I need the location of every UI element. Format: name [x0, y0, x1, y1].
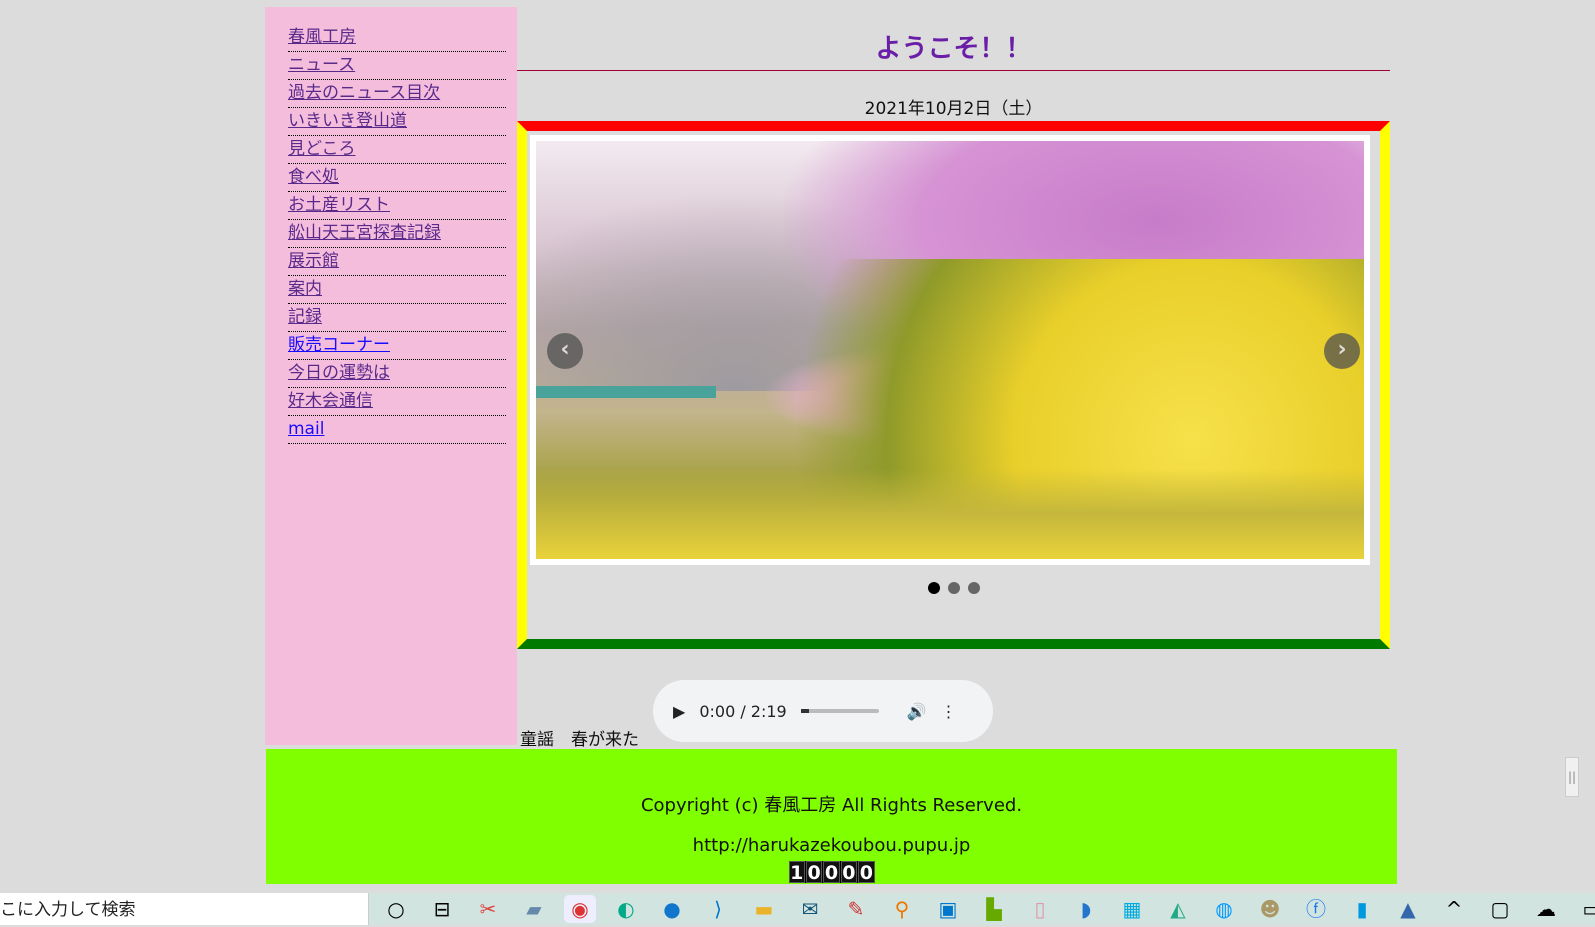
messenger-icon[interactable]: ◍ — [1208, 895, 1240, 923]
sidebar-link[interactable]: 好木会通信 — [288, 391, 373, 411]
audio-time: 0:00 / 2:19 — [699, 701, 787, 721]
photos-icon[interactable]: ▲ — [1392, 895, 1424, 923]
sidebar-link[interactable]: 見どころ — [288, 139, 356, 159]
slide-image — [530, 135, 1370, 565]
sidebar-item: お土産リスト — [288, 192, 506, 220]
app-icon[interactable]: ◗ — [1070, 895, 1102, 923]
onedrive-icon[interactable]: ☁ — [1530, 895, 1562, 923]
sidebar-link[interactable]: 春風工房 — [288, 27, 356, 47]
app-icon[interactable]: ☻ — [1254, 895, 1286, 923]
tray-icon[interactable]: ▢ — [1484, 895, 1516, 923]
song-title: 童謡 春が来た — [520, 730, 639, 750]
sidebar-item: 食べ処 — [288, 164, 506, 192]
counter-digit: 0 — [823, 861, 840, 884]
sidebar-link[interactable]: 今日の運勢は — [288, 363, 390, 383]
app-icon[interactable]: ◭ — [1162, 895, 1194, 923]
counter-digit: 0 — [805, 861, 823, 884]
vscode-icon[interactable]: ⟩ — [702, 895, 734, 923]
app-icon[interactable]: ▦ — [1116, 895, 1148, 923]
next-slide-button[interactable]: › — [1324, 333, 1360, 369]
paint-icon[interactable]: ✎ — [840, 895, 872, 923]
sidebar-link[interactable]: いきいき登山道 — [288, 111, 407, 131]
phone-icon[interactable]: ▯ — [1024, 895, 1056, 923]
slide-dot-3[interactable] — [967, 582, 980, 594]
network-icon[interactable]: ▭ — [1576, 895, 1595, 923]
sidebar-link[interactable]: お土産リスト — [288, 195, 390, 215]
site-url: http://harukazekoubou.pupu.jp — [692, 835, 971, 856]
edge-icon[interactable]: ◐ — [610, 895, 642, 923]
volume-icon[interactable]: 🔊 — [907, 702, 927, 721]
sidebar-link[interactable]: 展示館 — [288, 251, 339, 271]
sidebar-item: ニュース — [288, 52, 506, 80]
counter-digit: 0 — [840, 861, 858, 884]
app-icon[interactable]: ● — [656, 895, 688, 923]
sidebar-item: 販売コーナー — [288, 332, 506, 360]
page-title: ようこそ！！ — [875, 34, 1032, 64]
app-icon[interactable]: ▣ — [932, 895, 964, 923]
copyright-text: Copyright (c) 春風工房 All Rights Reserved. — [640, 795, 1023, 816]
more-options-icon[interactable]: ⋮ — [941, 702, 957, 721]
slideshow: ‹ › — [517, 121, 1390, 649]
footer: Copyright (c) 春風工房 All Rights Reserved. … — [266, 749, 1397, 884]
audio-player: ▶ 0:00 / 2:19 🔊 ⋮ — [653, 680, 993, 742]
sidebar-item: 今日の運勢は — [288, 360, 506, 388]
sidebar-link[interactable]: ニュース — [288, 55, 355, 75]
sidebar-item: 記録 — [288, 304, 506, 332]
visitor-counter: 10000 — [788, 861, 875, 884]
sidebar-link[interactable]: 食べ処 — [288, 167, 339, 187]
seek-slider[interactable] — [800, 709, 879, 713]
counter-digit: 0 — [858, 861, 875, 884]
divider — [517, 70, 1390, 71]
app-icon[interactable]: ▰ — [518, 895, 550, 923]
play-icon[interactable]: ▶ — [673, 702, 685, 721]
sidebar-link[interactable]: 記録 — [288, 307, 322, 327]
mail-icon[interactable]: ✉ — [794, 895, 826, 923]
sidebar-item: mail — [288, 416, 506, 444]
chrome-icon[interactable]: ◉ — [564, 895, 596, 923]
slide-dot-1[interactable] — [927, 582, 940, 594]
sidebar-link[interactable]: mail — [288, 419, 324, 439]
slide-indicators — [527, 579, 1380, 598]
scroll-handle[interactable]: || — [1565, 757, 1579, 797]
sidebar-link[interactable]: 販売コーナー — [288, 335, 390, 355]
sidebar-item: 好木会通信 — [288, 388, 506, 416]
tray-chevron-icon[interactable]: ^ — [1438, 895, 1470, 923]
sidebar-item: 春風工房 — [288, 24, 506, 52]
sidebar-link[interactable]: 舩山天王宮探査記録 — [288, 223, 441, 243]
sidebar-link[interactable]: 案内 — [288, 279, 322, 299]
taskbar: こに入力して検索 ○ ⊟ ✂ ▰ ◉ ◐ ● ⟩ ▬ ✉ ✎ ⚲ ▣ ▙ ▯ ◗… — [0, 893, 1595, 925]
sidebar: 春風工房ニュース過去のニュース目次 いきいき登山道 見どころ食べ処お土産リスト舩山天… — [265, 7, 517, 745]
sidebar-item: 案内 — [288, 276, 506, 304]
sidebar-item: 展示館 — [288, 248, 506, 276]
sidebar-item: 見どころ — [288, 136, 506, 164]
app-icon[interactable]: ▮ — [1346, 895, 1378, 923]
sidebar-link[interactable]: 過去のニュース目次 — [288, 83, 440, 103]
counter-digit: 1 — [788, 861, 805, 884]
facebook-icon[interactable]: ⓕ — [1300, 895, 1332, 923]
search-app-icon[interactable]: ⚲ — [886, 895, 918, 923]
snipping-tool-icon[interactable]: ✂ — [472, 895, 504, 923]
slide-dot-2[interactable] — [947, 582, 960, 594]
file-explorer-icon[interactable]: ▬ — [748, 895, 780, 923]
sidebar-item: いきいき登山道 — [288, 108, 506, 136]
app-icon[interactable]: ▙ — [978, 895, 1010, 923]
sidebar-item: 舩山天王宮探査記録 — [288, 220, 506, 248]
task-view-icon[interactable]: ⊟ — [426, 895, 458, 923]
sidebar-item: 過去のニュース目次 — [288, 80, 506, 108]
date-text: 2021年10月2日（土） — [864, 99, 1043, 119]
cortana-icon[interactable]: ○ — [380, 895, 412, 923]
taskbar-search-input[interactable]: こに入力して検索 — [0, 893, 369, 925]
prev-slide-button[interactable]: ‹ — [547, 333, 583, 369]
